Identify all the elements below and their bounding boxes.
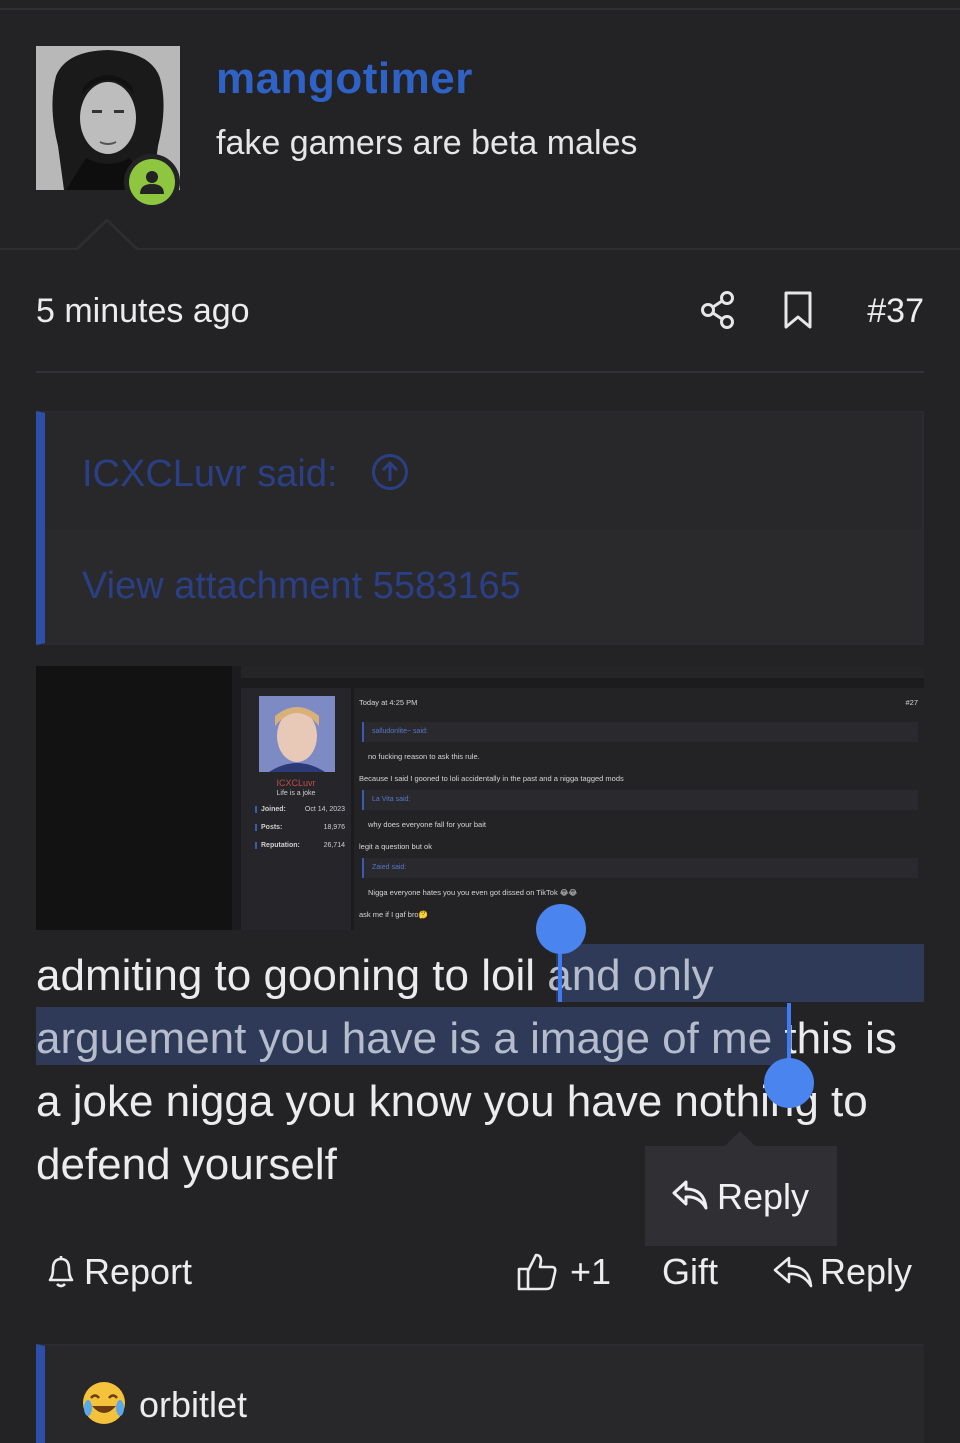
embedded-timestamp: Today at 4:25 PM (359, 698, 418, 707)
reply-label: Reply (820, 1251, 913, 1292)
quote-author[interactable]: ICXCLuvr said: (82, 453, 338, 496)
embedded-post-panel: Today at 4:25 PM #27 salludonlite~ said:… (354, 688, 924, 930)
reply-icon (671, 1178, 709, 1212)
post-timestamp[interactable]: 5 minutes ago (36, 292, 250, 331)
embedded-avatar (259, 696, 335, 772)
embedded-profile-panel: ICXCLuvr Life is a joke Joined: Oct 14, 2… (241, 688, 351, 930)
thumbs-up-icon (517, 1253, 557, 1291)
post-meta: 5 minutes ago #37 (36, 284, 924, 344)
embedded-quote-text: no fucking reason to ask this rule. (368, 752, 480, 761)
next-post-header: orbitlet (36, 1344, 924, 1443)
post-actions: Report +1 Gift Reply (36, 1250, 924, 1310)
embedded-quote: Zaied said: (362, 858, 918, 878)
quote-body: View attachment 5583165 (45, 529, 922, 643)
embedded-quote-text: why does everyone fall for your bait (368, 820, 486, 829)
post-text-segment: admiting to gooning to loil (36, 951, 548, 1000)
stat-label: Reputation: (261, 842, 300, 849)
report-label: Report (84, 1251, 193, 1292)
stat-value: 18,976 (323, 824, 345, 831)
user-title: fake gamers are beta males (216, 124, 638, 162)
embedded-stat-joined: Joined: Oct 14, 2023 (255, 806, 345, 813)
post-number[interactable]: #37 (867, 292, 924, 331)
crying-laughing-emoji-icon (81, 1380, 127, 1426)
embedded-top-strip (241, 666, 924, 678)
stat-label: Joined: (261, 806, 286, 813)
selected-text-segment: arguement you have is a image of me (36, 1014, 773, 1063)
arrow-up-circle-icon[interactable] (371, 453, 409, 491)
post-user-header: mangotimer fake gamers are beta males (0, 10, 960, 250)
bookmark-icon[interactable] (783, 290, 813, 330)
next-post-username[interactable]: orbitlet (139, 1384, 247, 1426)
embedded-screenshot[interactable]: ICXCLuvr Life is a joke Joined: Oct 14, 2… (36, 666, 924, 930)
reply-icon (773, 1256, 813, 1288)
embedded-quote-author: salludonlite~ said: (372, 728, 428, 735)
like-count: +1 (570, 1251, 612, 1292)
embedded-reply-text: Because I said I gooned to loli accident… (359, 774, 624, 783)
selection-reply-label: Reply (717, 1176, 810, 1217)
online-status (124, 154, 180, 210)
embedded-quote: La Vita said: (362, 790, 918, 810)
embedded-quote-author: Zaied said: (372, 864, 407, 871)
post-body-line: admiting to gooning to loil and only (36, 944, 924, 1007)
quote-block: ICXCLuvr said: View attachment 5583165 (36, 411, 924, 645)
gift-label: Gift (662, 1251, 719, 1292)
embedded-dark-panel (36, 666, 232, 930)
reply-button[interactable]: Reply (772, 1250, 912, 1294)
bell-icon (48, 1256, 74, 1288)
like-button[interactable]: +1 (516, 1250, 611, 1294)
embedded-stat-reputation: Reputation: 26,714 (255, 842, 345, 849)
stat-value: 26,714 (323, 842, 345, 849)
embedded-reply-text: legit a question but ok (359, 842, 432, 851)
attachment-link[interactable]: View attachment 5583165 (82, 565, 521, 608)
selection-reply-popup[interactable]: Reply (645, 1146, 837, 1246)
selected-text-segment: and only (547, 951, 714, 1000)
username[interactable]: mangotimer (216, 54, 473, 104)
embedded-quote-text: Nigga everyone hates you you even got di… (368, 888, 578, 897)
stat-label: Posts: (261, 824, 283, 831)
user-online-icon (129, 159, 175, 205)
quote-header[interactable]: ICXCLuvr said: (45, 413, 922, 529)
embedded-quote-author: La Vita said: (372, 796, 411, 803)
header-notch-inner (77, 222, 137, 251)
stat-value: Oct 14, 2023 (304, 806, 345, 813)
selection-end-knob[interactable] (764, 1058, 814, 1108)
embedded-reply-text: ask me if I gaf bro🤔 (359, 910, 428, 919)
gift-button[interactable]: Gift (662, 1250, 718, 1294)
meta-divider (36, 371, 924, 373)
embedded-quote: salludonlite~ said: (362, 722, 918, 742)
embedded-stat-posts: Posts: 18,976 (255, 824, 345, 831)
embedded-profile-title: Life is a joke (276, 790, 316, 797)
embedded-profile-name: ICXCLuvr (276, 778, 316, 788)
report-button[interactable]: Report (44, 1250, 192, 1294)
selection-start-knob[interactable] (536, 904, 586, 954)
popup-notch (725, 1131, 755, 1146)
share-icon[interactable] (700, 290, 736, 330)
embedded-post-number: #27 (905, 698, 918, 707)
